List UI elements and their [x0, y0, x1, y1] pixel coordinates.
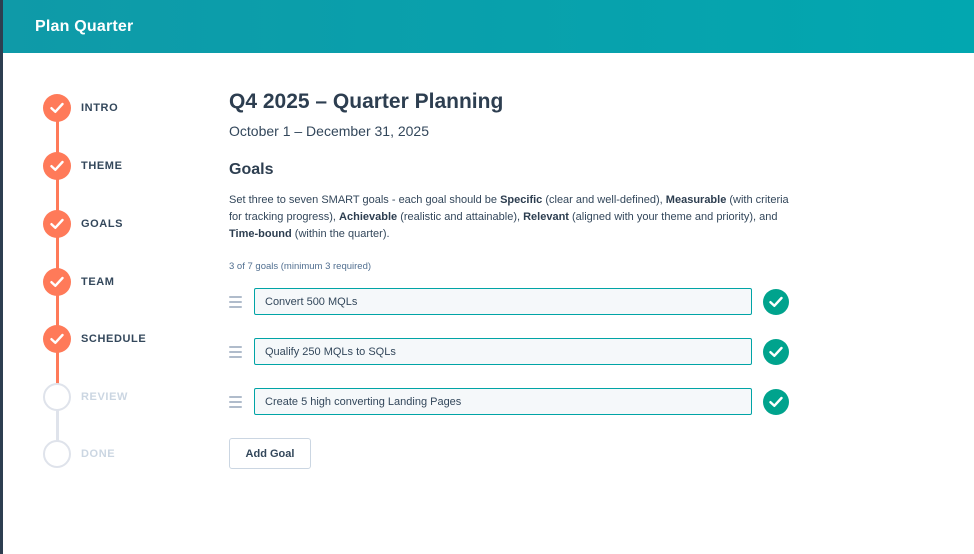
step-schedule[interactable]: SCHEDULE [43, 325, 146, 353]
description-text: (clear and well-defined), [542, 194, 666, 206]
step-label: SCHEDULE [81, 333, 147, 345]
step-label: TEAM [81, 276, 115, 288]
step-team[interactable]: TEAM [43, 268, 115, 296]
goal-counter: 3 of 7 goals (minimum 3 required) [229, 261, 372, 272]
quarter-date-range: October 1 – December 31, 2025 [229, 123, 430, 139]
goal-row [229, 338, 789, 365]
goals-heading: Goals [229, 161, 274, 178]
app-header: Plan Quarter [3, 0, 974, 53]
step-goals[interactable]: GOALS [43, 210, 123, 238]
step-empty-circle-icon [43, 383, 71, 411]
checkmark-icon [43, 325, 71, 353]
check-circle-icon [763, 288, 789, 315]
description-term: Measurable [665, 194, 727, 206]
drag-handle-icon[interactable] [229, 395, 242, 408]
step-label: REVIEW [81, 391, 128, 403]
goal-row [229, 288, 789, 315]
step-label: THEME [81, 160, 123, 172]
page-title: Plan Quarter [35, 17, 134, 35]
goals-description: Set three to seven SMART goals - each go… [229, 192, 799, 243]
step-empty-circle-icon [43, 440, 71, 468]
drag-handle-icon[interactable] [229, 345, 242, 358]
goal-input[interactable] [254, 338, 752, 365]
main-content: Q4 2025 – Quarter Planning October 1 – D… [229, 88, 809, 469]
step-review: REVIEW [43, 383, 128, 411]
description-term: Achievable [339, 211, 398, 223]
quarter-title: Q4 2025 – Quarter Planning [229, 90, 504, 113]
step-label: DONE [81, 448, 116, 460]
add-goal-button[interactable]: Add Goal [229, 438, 311, 469]
checkmark-icon [43, 152, 71, 180]
check-circle-icon [763, 338, 789, 365]
description-text: (within the quarter). [291, 228, 390, 240]
step-theme[interactable]: THEME [43, 152, 123, 180]
step-label: GOALS [81, 218, 124, 230]
goal-input[interactable] [254, 388, 752, 415]
description-term: Specific [500, 194, 543, 206]
step-intro[interactable]: INTRO [43, 94, 118, 122]
drag-handle-icon[interactable] [229, 295, 242, 308]
step-done: DONE [43, 440, 115, 468]
description-term: Relevant [523, 211, 569, 223]
goal-input[interactable] [254, 288, 752, 315]
checkmark-icon [43, 94, 71, 122]
step-label: INTRO [81, 102, 119, 114]
check-circle-icon [763, 388, 789, 415]
description-text: Set three to seven SMART goals - each go… [229, 194, 501, 206]
checkmark-icon [43, 210, 71, 238]
checkmark-icon [43, 268, 71, 296]
goal-row [229, 388, 789, 415]
description-text: (aligned with your theme and priority), … [568, 211, 778, 223]
description-term: Time-bound [229, 228, 292, 240]
description-text: (realistic and attainable), [397, 211, 524, 223]
window-edge [0, 0, 3, 554]
progress-stepper: INTRO THEME GOALS TEAM SCHEDULE REVIEW D… [43, 94, 203, 474]
